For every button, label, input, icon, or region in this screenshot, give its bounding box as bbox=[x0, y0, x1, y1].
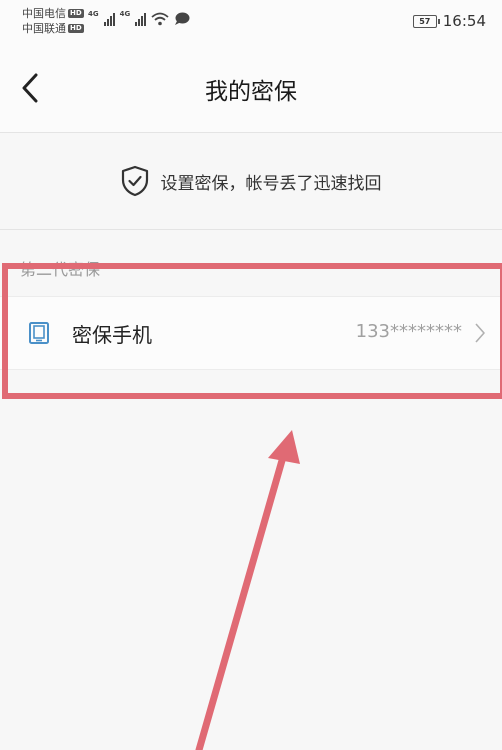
page-title: 我的密保 bbox=[205, 79, 297, 105]
carrier-name-2: 中国联通 bbox=[22, 22, 66, 35]
phone-icon bbox=[29, 322, 49, 344]
shield-check-icon bbox=[121, 165, 148, 197]
row-label: 密保手机 bbox=[72, 323, 152, 347]
secure-phone-row[interactable]: 密保手机 133******** bbox=[0, 296, 502, 370]
clock: 16:54 bbox=[442, 12, 486, 30]
status-bar: 中国电信 HD 中国联通 HD 4G 4G 57 16:54 bbox=[0, 0, 502, 44]
hd-badge: HD bbox=[68, 24, 84, 33]
hd-badge: HD bbox=[68, 9, 84, 18]
chevron-right-icon bbox=[475, 323, 485, 343]
info-banner: 设置密保，帐号丢了迅速找回 bbox=[0, 133, 502, 230]
signal-icon bbox=[135, 13, 147, 26]
carrier-name-1: 中国电信 bbox=[22, 7, 66, 20]
battery-icon: 57 bbox=[412, 14, 440, 28]
banner-text: 设置密保，帐号丢了迅速找回 bbox=[160, 173, 382, 194]
status-right: 57 16:54 bbox=[412, 12, 486, 30]
network-type-label: 4G bbox=[119, 10, 131, 18]
chat-bubble-icon bbox=[175, 12, 190, 25]
wifi-icon bbox=[151, 12, 169, 26]
section-header: 第二代密保 bbox=[20, 260, 101, 279]
signal-indicators: 4G 4G bbox=[88, 10, 190, 26]
phone-number-value: 133******** bbox=[355, 321, 462, 342]
network-type-label: 4G bbox=[88, 10, 99, 18]
title-bar: 我的密保 bbox=[0, 44, 502, 133]
signal-icon bbox=[103, 13, 115, 26]
carrier-info: 中国电信 HD 中国联通 HD bbox=[22, 6, 84, 36]
